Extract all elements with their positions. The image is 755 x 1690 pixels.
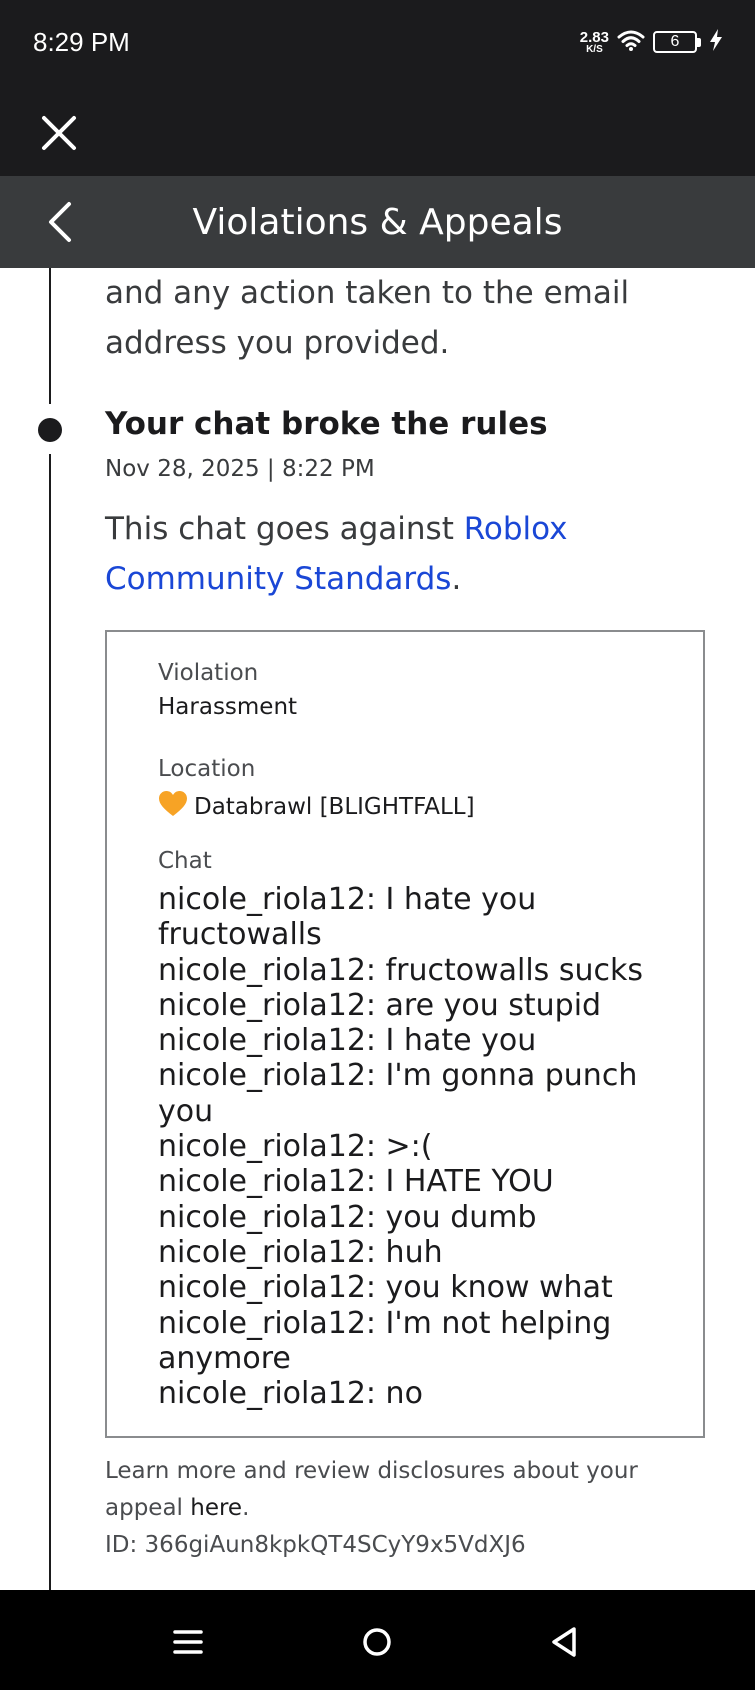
home-button[interactable] <box>355 1620 399 1664</box>
appeal-id: ID: 366giAun8kpkQT4SCyY9x5VdXJ6 <box>105 1532 526 1558</box>
disclosure-text: Learn more and review disclosures about … <box>105 1453 638 1564</box>
network-speed: 2.83 K/S <box>580 30 609 55</box>
disclosure-line: appeal <box>105 1495 191 1521</box>
chat-line: nicole_riola12: you dumb <box>158 1199 537 1235</box>
disclosure-suffix: . <box>242 1495 250 1521</box>
home-circle-icon <box>363 1628 391 1656</box>
community-standards-link[interactable]: Community Standards <box>105 561 451 597</box>
status-time: 8:29 PM <box>33 27 130 57</box>
page-title: Violations & Appeals <box>192 202 563 243</box>
page-header: Violations & Appeals <box>0 176 755 268</box>
timeline-line <box>49 268 51 404</box>
battery-level: 6 <box>670 33 680 50</box>
previous-event-text: and any action taken to the email addres… <box>105 268 629 368</box>
here-link[interactable]: here <box>190 1495 242 1521</box>
event-description: This chat goes against Roblox Community … <box>105 504 567 604</box>
disclosure-line: Learn more and review disclosures about … <box>105 1458 638 1484</box>
orange-heart-icon <box>158 790 188 824</box>
timeline-line <box>49 454 51 1590</box>
back-triangle-icon <box>552 1627 576 1657</box>
chat-line: anymore <box>158 1340 291 1376</box>
chat-line: nicole_riola12: are you stupid <box>158 987 602 1023</box>
network-speed-value: 2.83 <box>579 28 609 46</box>
chat-line: nicole_riola12: fructowalls sucks <box>158 952 643 988</box>
description-suffix: . <box>451 561 462 597</box>
network-speed-unit: K/S <box>586 43 603 55</box>
timeline-dot <box>38 418 62 442</box>
location-label: Location <box>158 756 256 782</box>
event-title: Your chat broke the rules <box>105 406 548 442</box>
chat-line: you <box>158 1093 214 1129</box>
system-back-button[interactable] <box>542 1620 586 1664</box>
chat-line: nicole_riola12: I'm gonna punch <box>158 1058 638 1094</box>
chat-label: Chat <box>158 848 212 874</box>
location-value-row: Databrawl [BLIGHTFALL] <box>158 790 475 824</box>
chat-line: nicole_riola12: I HATE YOU <box>158 1164 554 1200</box>
previous-event-line: and any action taken to the email <box>105 275 630 311</box>
charging-bolt-icon <box>709 28 723 56</box>
chat-line: nicole_riola12: huh <box>158 1234 443 1270</box>
violation-value: Harassment <box>158 694 298 720</box>
webview-toolbar <box>0 88 755 176</box>
chat-line: nicole_riola12: you know what <box>158 1270 613 1306</box>
event-date: Nov 28, 2025 | 8:22 PM <box>105 456 375 482</box>
chat-line: nicole_riola12: >:( <box>158 1129 433 1165</box>
previous-event-line: address you provided. <box>105 325 450 361</box>
close-button[interactable] <box>36 110 82 156</box>
chat-line: nicole_riola12: I hate you <box>158 1023 537 1059</box>
wifi-icon <box>617 29 645 56</box>
recent-apps-button[interactable] <box>166 1620 210 1664</box>
status-bar: 8:29 PM 2.83 K/S 6 <box>0 0 755 88</box>
chat-line: nicole_riola12: no <box>158 1376 423 1412</box>
community-standards-link[interactable]: Roblox <box>464 511 568 547</box>
violation-label: Violation <box>158 660 259 686</box>
chat-line: nicole_riola12: I hate you <box>158 882 537 917</box>
chat-line: fructowalls <box>158 917 322 953</box>
system-navigation-bar <box>0 1590 755 1690</box>
chat-log: nicole_riola12: I hate you fructowalls n… <box>158 882 678 1411</box>
close-icon <box>42 116 76 150</box>
menu-icon <box>173 1630 203 1654</box>
chat-line: nicole_riola12: I'm not helping <box>158 1305 612 1341</box>
violation-details-box: Violation Harassment Location Databrawl … <box>105 630 705 1438</box>
status-icons: 2.83 K/S 6 <box>580 24 723 60</box>
battery-icon: 6 <box>653 31 701 53</box>
location-value: Databrawl [BLIGHTFALL] <box>194 794 475 820</box>
description-prefix: This chat goes against <box>105 511 464 547</box>
appeal-content[interactable]: and any action taken to the email addres… <box>0 268 755 1590</box>
